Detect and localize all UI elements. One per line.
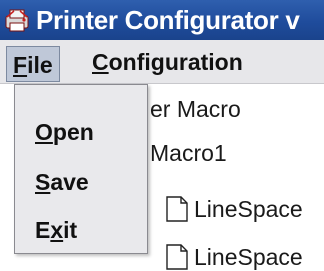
menu-item-exit-rest: it: [63, 217, 78, 243]
menu-item-exit-pre: E: [35, 217, 51, 243]
menu-configuration[interactable]: Configuration: [92, 40, 243, 84]
document-icon: [166, 244, 188, 270]
tree-item-macro1[interactable]: Macro1: [150, 140, 227, 167]
title-bar[interactable]: Printer Configurator v: [0, 0, 324, 40]
menu-item-save[interactable]: Save: [35, 169, 89, 196]
menu-file-mnemonic: F: [13, 52, 28, 78]
file-menu-popup: Open Save Exit: [14, 84, 148, 254]
menu-item-exit-mnemonic: x: [50, 217, 64, 243]
menu-file[interactable]: File: [6, 46, 60, 82]
tree-item-linespace-1[interactable]: LineSpace: [194, 196, 303, 223]
menu-file-rest: ile: [27, 52, 53, 78]
tree-item-root[interactable]: er Macro: [150, 96, 241, 123]
menu-item-open-rest: pen: [52, 119, 94, 145]
window-title: Printer Configurator v: [36, 5, 300, 35]
menu-item-save-rest: ave: [50, 169, 89, 195]
menu-item-exit[interactable]: Exit: [35, 217, 77, 244]
menu-configuration-rest: onfiguration: [108, 49, 243, 75]
menu-item-save-mnemonic: S: [35, 169, 51, 195]
menu-bar: File Configuration: [0, 40, 324, 84]
menu-item-open-mnemonic: O: [35, 119, 53, 145]
menu-configuration-mnemonic: C: [92, 49, 109, 75]
document-icon: [166, 196, 188, 222]
printer-app-icon: [5, 9, 29, 32]
menu-item-open[interactable]: Open: [35, 119, 94, 146]
